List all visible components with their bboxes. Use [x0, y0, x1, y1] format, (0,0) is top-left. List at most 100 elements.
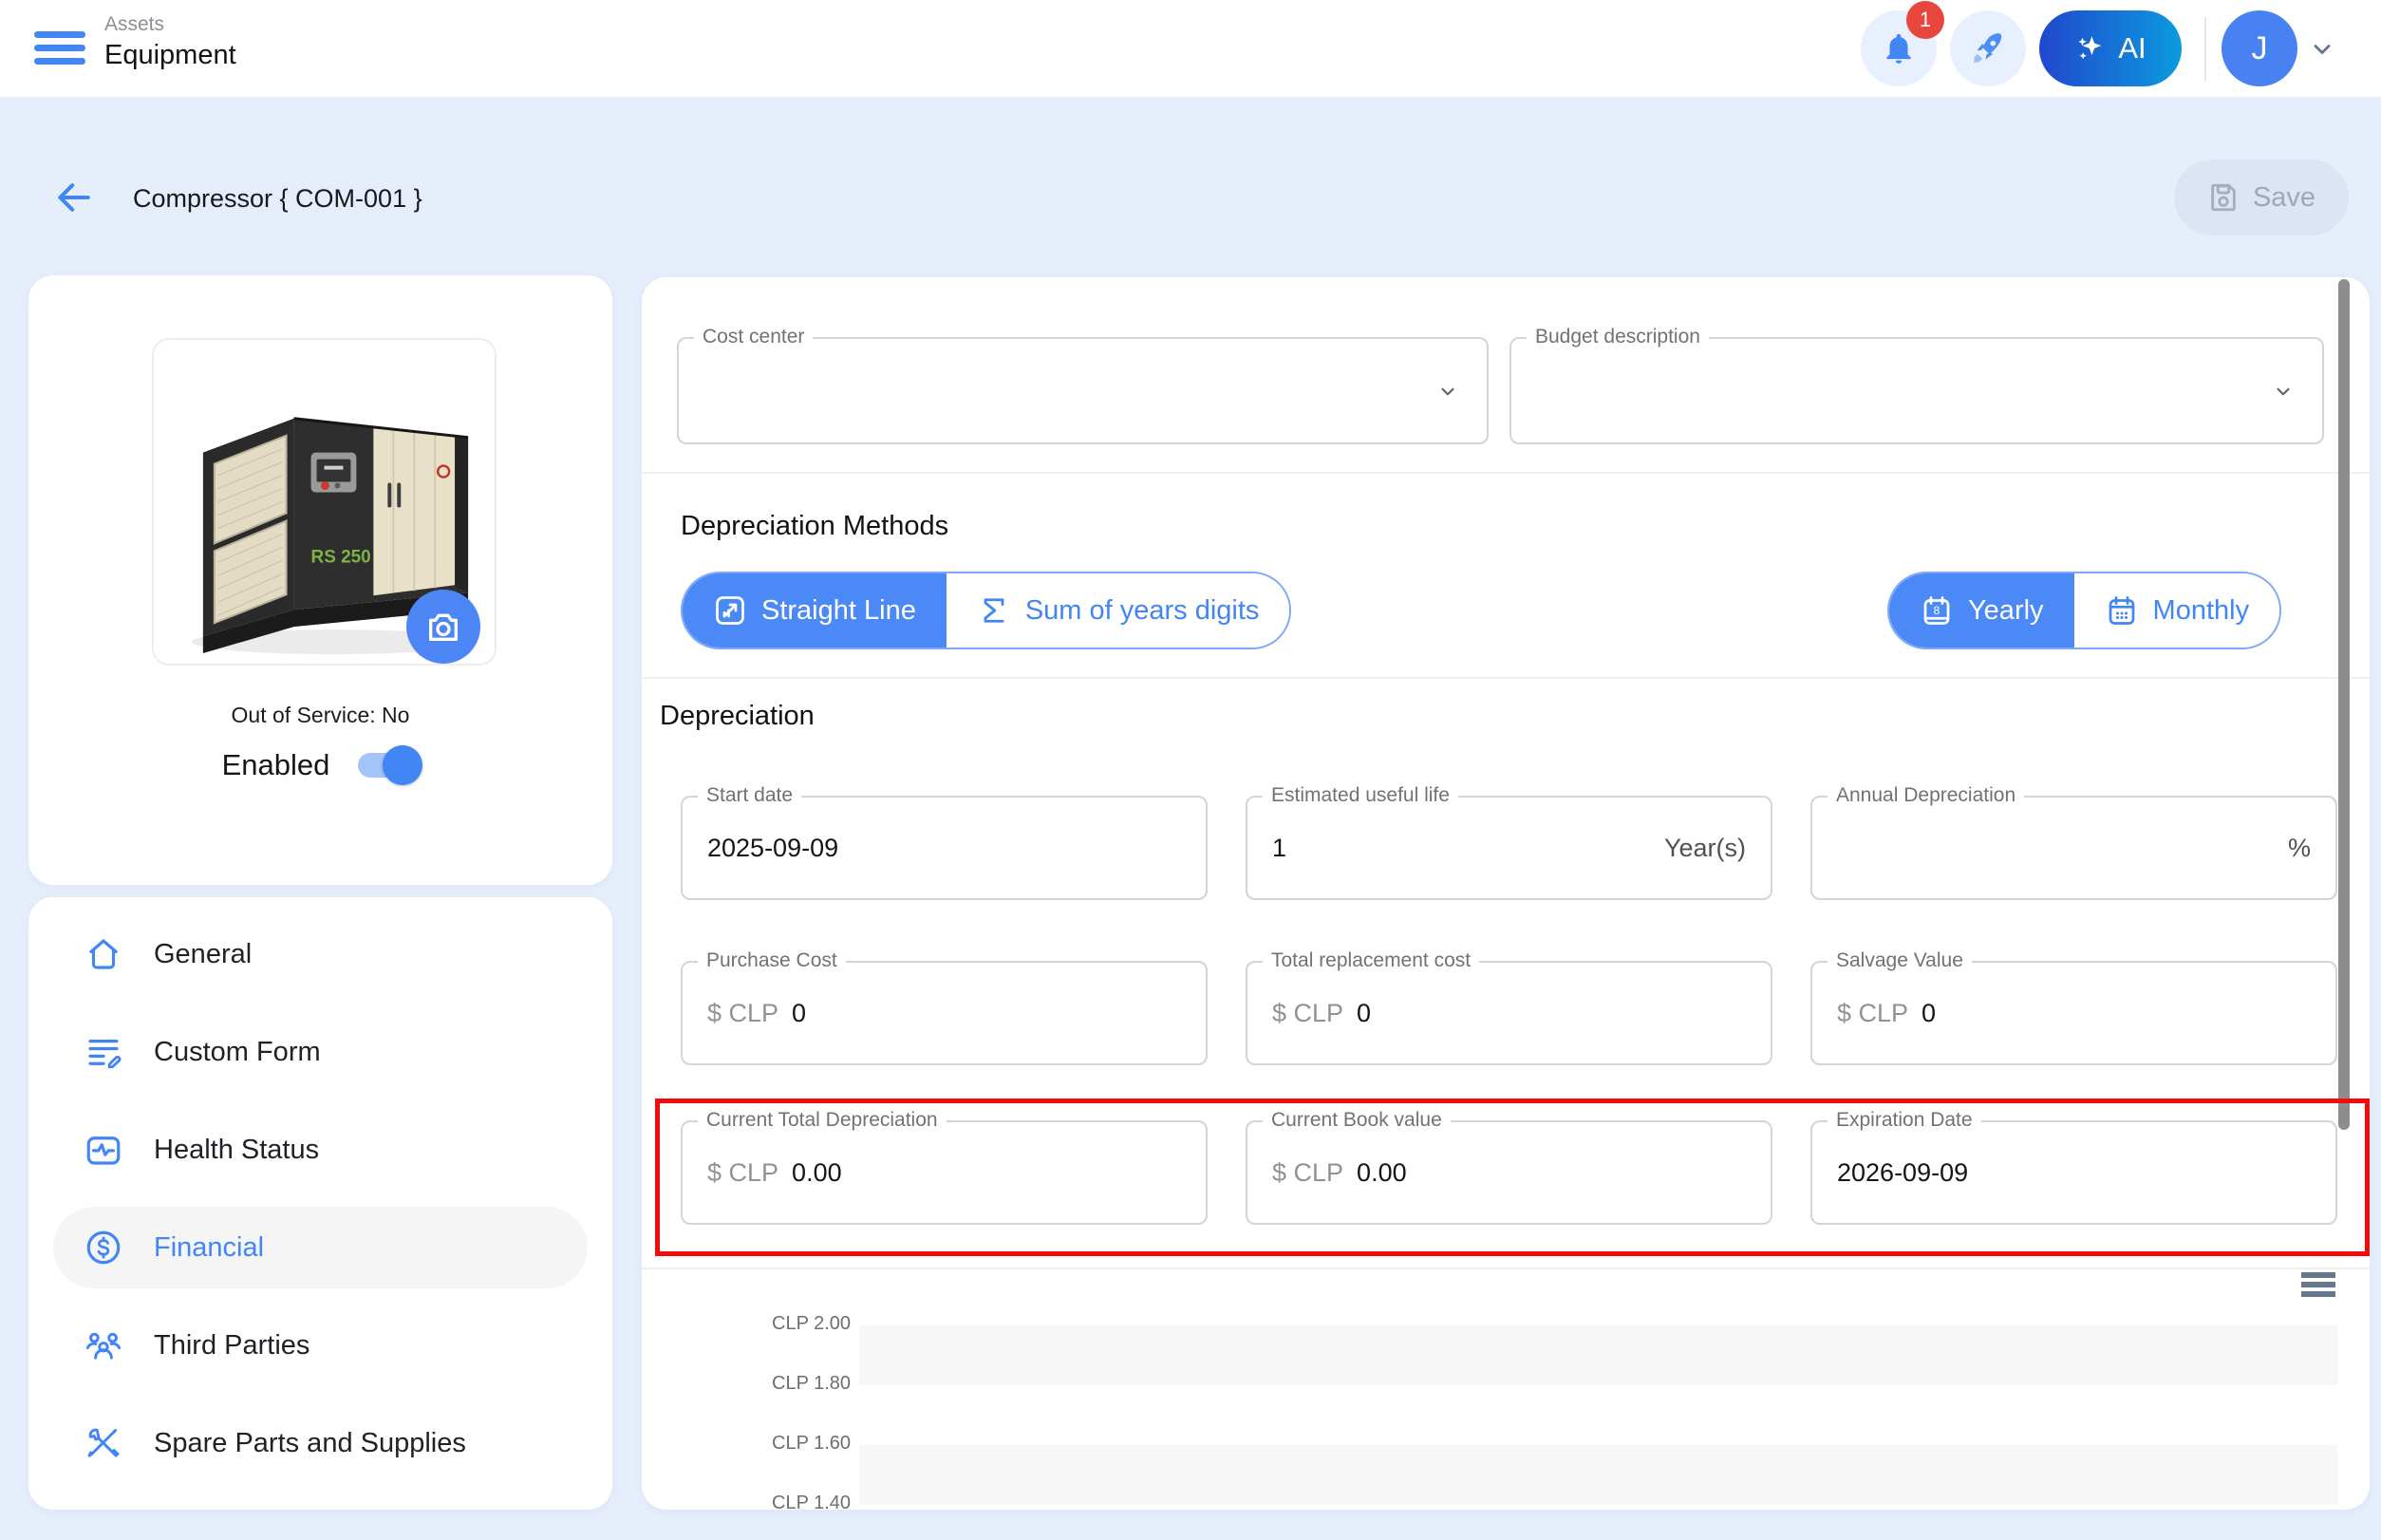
section-title: Depreciation: [660, 701, 815, 732]
section-divider: [642, 1268, 2370, 1269]
field-label: Purchase Cost: [698, 949, 846, 972]
asset-title: Compressor { COM-001 }: [133, 184, 422, 214]
camera-icon: [424, 608, 462, 646]
currency-prefix: $ CLP: [1272, 1158, 1343, 1188]
period-yearly-button[interactable]: 8 Yearly: [1889, 573, 2074, 648]
y-axis-label: CLP 1.60: [772, 1433, 886, 1455]
section-divider: [642, 677, 2370, 679]
sidebar-item-label: Custom Form: [154, 1037, 321, 1068]
method-sum-of-years-button[interactable]: Sum of years digits: [947, 573, 1290, 648]
people-group-icon: [84, 1325, 123, 1365]
budget-description-select[interactable]: Budget description: [1509, 337, 2324, 444]
currency-prefix: $ CLP: [1837, 999, 1908, 1028]
field-value: 2026-09-09: [1837, 1158, 1968, 1188]
salvage-value-field[interactable]: Salvage Value $ CLP 0: [1810, 961, 2337, 1065]
asset-sections-nav: General Custom Form Health Status Financ…: [28, 897, 612, 1510]
start-date-field[interactable]: Start date 2025-09-09: [681, 796, 1208, 900]
user-menu-button[interactable]: [2309, 36, 2335, 67]
currency-prefix: $ CLP: [707, 999, 778, 1028]
home-icon: [84, 934, 123, 974]
method-label: Straight Line: [761, 595, 916, 627]
scrollbar-thumb[interactable]: [2338, 279, 2350, 1130]
calendar-year-icon: 8: [1920, 593, 1954, 628]
sidebar-item-spare-parts[interactable]: Spare Parts and Supplies: [53, 1402, 588, 1484]
field-label: Start date: [698, 784, 801, 807]
header-divider: [2204, 16, 2206, 81]
expiration-date-field[interactable]: Expiration Date 2026-09-09: [1810, 1120, 2337, 1225]
toggle-knob: [383, 745, 422, 785]
sigma-icon: [977, 593, 1011, 628]
y-axis-label: CLP 1.80: [772, 1373, 886, 1395]
current-total-depreciation-field[interactable]: Current Total Depreciation $ CLP 0.00: [681, 1120, 1208, 1225]
field-label: Estimated useful life: [1263, 784, 1458, 807]
purchase-cost-field[interactable]: Purchase Cost $ CLP 0: [681, 961, 1208, 1065]
field-value: 0: [1922, 999, 1936, 1028]
method-straight-line-button[interactable]: Straight Line: [683, 573, 947, 648]
chart-band: [859, 1325, 2337, 1385]
sidebar-item-label: General: [154, 939, 252, 970]
field-value: 0.00: [792, 1158, 842, 1188]
period-label: Monthly: [2153, 595, 2250, 627]
sidebar-item-label: Third Parties: [154, 1330, 309, 1362]
ai-label: AI: [2118, 31, 2146, 66]
breadcrumb: Assets Equipment: [104, 13, 236, 71]
ai-assistant-button[interactable]: AI: [2039, 10, 2182, 86]
save-icon: [2207, 181, 2240, 214]
field-value: 0: [1357, 999, 1371, 1028]
save-label: Save: [2253, 182, 2315, 214]
enabled-toggle[interactable]: [358, 753, 419, 778]
field-label: Expiration Date: [1828, 1109, 1981, 1132]
chevron-down-icon: [2309, 36, 2335, 63]
y-axis-label: CLP 1.40: [772, 1493, 886, 1510]
cost-center-select[interactable]: Cost center: [677, 337, 1489, 444]
field-label: Salvage Value: [1828, 949, 1972, 972]
sidebar-item-custom-form[interactable]: Custom Form: [53, 1011, 588, 1093]
currency-prefix: $ CLP: [707, 1158, 778, 1188]
user-avatar[interactable]: J: [2222, 10, 2297, 86]
field-value: 1: [1272, 834, 1286, 863]
sidebar-item-financial[interactable]: Financial: [53, 1207, 588, 1288]
back-button[interactable]: [53, 177, 95, 218]
sidebar-item-label: Spare Parts and Supplies: [154, 1428, 466, 1459]
section-title: Depreciation Methods: [681, 511, 948, 542]
field-label: Current Book value: [1263, 1109, 1451, 1132]
field-value: 0: [792, 999, 806, 1028]
trend-chart-icon: [713, 593, 747, 628]
method-label: Sum of years digits: [1025, 595, 1260, 627]
period-label: Yearly: [1968, 595, 2044, 627]
page-title-header: Equipment: [104, 40, 236, 71]
menu-icon[interactable]: [34, 31, 85, 66]
field-value: 0.00: [1357, 1158, 1407, 1188]
chart-context-menu-button[interactable]: [2301, 1272, 2337, 1299]
app-header: Assets Equipment 1 AI J: [0, 0, 2381, 97]
calendar-month-icon: [2105, 593, 2139, 628]
currency-prefix: $ CLP: [1272, 999, 1343, 1028]
financial-panel: Cost center Budget description Depreciat…: [642, 277, 2370, 1510]
tools-icon: [84, 1423, 123, 1463]
change-photo-button[interactable]: [406, 590, 480, 664]
sidebar-item-third-parties[interactable]: Third Parties: [53, 1305, 588, 1386]
total-replacement-cost-field[interactable]: Total replacement cost $ CLP 0: [1246, 961, 1772, 1065]
health-monitor-icon: [84, 1130, 123, 1170]
asset-profile-card: RS 250 Out of Service: No Enabled: [28, 275, 612, 885]
field-label: Annual Depreciation: [1828, 784, 2024, 807]
field-label: Cost center: [694, 326, 813, 348]
equipment-financial-page: Assets Equipment 1 AI J: [0, 0, 2381, 1540]
sidebar-item-label: Health Status: [154, 1135, 319, 1166]
whats-new-button[interactable]: [1950, 10, 2026, 86]
section-divider: [642, 472, 2370, 474]
period-monthly-button[interactable]: Monthly: [2074, 573, 2280, 648]
field-suffix: Year(s): [1664, 834, 1746, 863]
arrow-left-icon: [53, 177, 95, 218]
field-suffix: %: [2288, 834, 2311, 863]
svg-text:8: 8: [1934, 604, 1940, 617]
annual-depreciation-field[interactable]: Annual Depreciation %: [1810, 796, 2337, 900]
depreciation-method-toggle: Straight Line Sum of years digits: [681, 572, 1291, 649]
sparkle-icon: [2074, 32, 2107, 65]
custom-form-icon: [84, 1032, 123, 1072]
sidebar-item-health-status[interactable]: Health Status: [53, 1109, 588, 1191]
save-button[interactable]: Save: [2174, 160, 2349, 235]
sidebar-item-general[interactable]: General: [53, 913, 588, 995]
current-book-value-field[interactable]: Current Book value $ CLP 0.00: [1246, 1120, 1772, 1225]
useful-life-field[interactable]: Estimated useful life 1 Year(s): [1246, 796, 1772, 900]
